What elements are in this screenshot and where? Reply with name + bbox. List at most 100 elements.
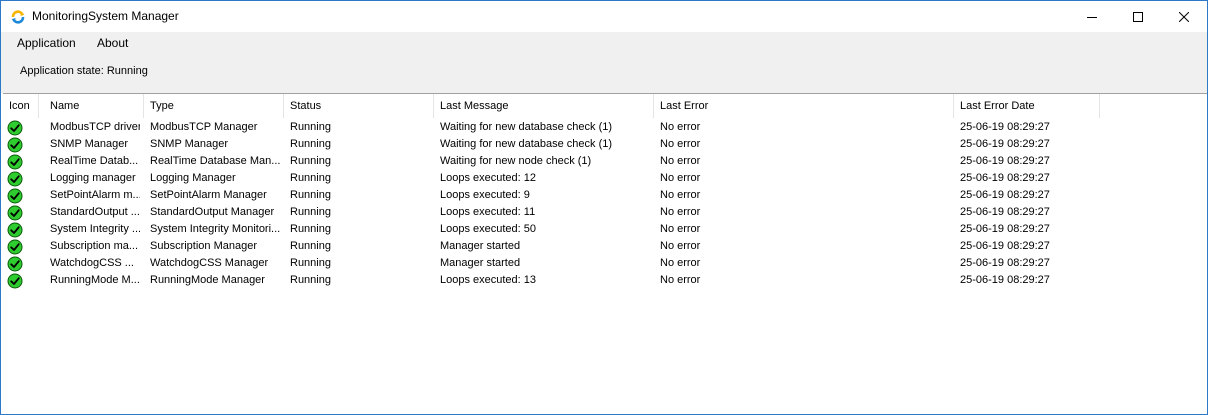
cell-last-error-date: 25-06-19 08:29:27 xyxy=(960,121,1050,133)
cell-last-error-date: 25-06-19 08:29:27 xyxy=(960,257,1050,269)
cell-status: Running xyxy=(290,257,331,269)
green-check-icon xyxy=(7,205,23,221)
cell-last-message: Loops executed: 12 xyxy=(440,172,537,184)
cell-last-error: No error xyxy=(660,155,701,167)
cell-name: RunningMode M... xyxy=(50,274,140,286)
cell-type: SNMP Manager xyxy=(150,138,229,150)
status-panel: Application state: Running xyxy=(1,55,1207,93)
cell-status: Running xyxy=(290,189,331,201)
cell-status: Running xyxy=(290,274,331,286)
cell-last-error: No error xyxy=(660,240,701,252)
column-header-last-error-date[interactable]: Last Error Date xyxy=(954,94,1100,118)
column-header-status[interactable]: Status xyxy=(284,94,434,118)
cell-status: Running xyxy=(290,206,331,218)
cell-last-error: No error xyxy=(660,206,701,218)
cell-type: RunningMode Manager xyxy=(150,274,265,286)
cell-name: System Integrity ... xyxy=(50,223,140,235)
cell-type: ModbusTCP Manager xyxy=(150,121,258,133)
application-state-label: Application state: Running xyxy=(20,65,148,77)
menu-about[interactable]: About xyxy=(95,36,130,50)
app-window: MonitoringSystem Manager Application Abo… xyxy=(0,0,1208,415)
cell-last-error: No error xyxy=(660,257,701,269)
cell-status: Running xyxy=(290,172,331,184)
green-check-icon xyxy=(7,188,23,204)
column-header-type[interactable]: Type xyxy=(144,94,284,118)
cell-last-message: Waiting for new database check (1) xyxy=(440,138,613,150)
cell-last-error: No error xyxy=(660,121,701,133)
cell-status: Running xyxy=(290,223,331,235)
cell-last-error: No error xyxy=(660,274,701,286)
managers-list[interactable]: Icon Name Type Status Last Message Last … xyxy=(3,93,1207,414)
column-header-icon[interactable]: Icon xyxy=(3,94,39,118)
green-check-icon xyxy=(7,120,23,136)
list-header: Icon Name Type Status Last Message Last … xyxy=(3,94,1103,120)
cell-last-message: Loops executed: 13 xyxy=(440,274,537,286)
table-row[interactable]: RunningMode M... RunningMode Manager Runni… xyxy=(3,273,1103,290)
cell-last-error-date: 25-06-19 08:29:27 xyxy=(960,223,1050,235)
cell-last-message: Loops executed: 11 xyxy=(440,206,536,218)
cell-last-error-date: 25-06-19 08:29:27 xyxy=(960,189,1050,201)
cell-status: Running xyxy=(290,121,331,133)
cell-name: StandardOutput ... xyxy=(50,206,140,218)
cell-last-error-date: 25-06-19 08:29:27 xyxy=(960,206,1050,218)
cell-last-message: Loops executed: 9 xyxy=(440,189,530,201)
close-icon xyxy=(1179,11,1189,22)
cell-type: System Integrity Monitori... xyxy=(150,223,280,235)
minimize-button[interactable] xyxy=(1069,1,1115,32)
green-check-icon xyxy=(7,256,23,272)
green-check-icon xyxy=(7,222,23,238)
menu-application[interactable]: Application xyxy=(15,36,78,50)
table-row[interactable]: Logging manager Logging Manager Running Loo… xyxy=(3,171,1103,188)
table-row[interactable]: Subscription ma... Subscription Manager Ru… xyxy=(3,239,1103,256)
cell-last-error: No error xyxy=(660,189,701,201)
cell-status: Running xyxy=(290,138,331,150)
cell-last-message: Loops executed: 50 xyxy=(440,223,537,235)
cell-last-error: No error xyxy=(660,138,701,150)
green-check-icon xyxy=(7,171,23,187)
menu-bar: Application About xyxy=(1,32,1207,55)
cell-name: SNMP Manager xyxy=(50,138,129,150)
table-row[interactable]: WatchdogCSS ... WatchdogCSS Manager Runnin… xyxy=(3,256,1103,273)
cell-name: WatchdogCSS ... xyxy=(50,257,134,269)
cell-last-error-date: 25-06-19 08:29:27 xyxy=(960,240,1050,252)
cell-type: Logging Manager xyxy=(150,172,236,184)
cell-type: Subscription Manager xyxy=(150,240,258,252)
table-row[interactable]: StandardOutput ... StandardOutput Manager… xyxy=(3,205,1103,222)
green-check-icon xyxy=(7,154,23,170)
green-check-icon xyxy=(7,137,23,153)
cell-last-error: No error xyxy=(660,172,701,184)
column-header-name[interactable]: Name xyxy=(44,94,144,118)
cell-last-message: Waiting for new database check (1) xyxy=(440,121,613,133)
cell-last-message: Manager started xyxy=(440,257,521,269)
close-button[interactable] xyxy=(1161,1,1207,32)
title-bar[interactable]: MonitoringSystem Manager xyxy=(1,1,1207,32)
table-row[interactable]: RealTime Datab... RealTime Database Man..… xyxy=(3,154,1103,171)
cell-type: SetPointAlarm Manager xyxy=(150,189,267,201)
cell-last-error-date: 25-06-19 08:29:27 xyxy=(960,138,1050,150)
cell-name: RealTime Datab... xyxy=(50,155,139,167)
cell-name: ModbusTCP driver xyxy=(50,121,140,133)
cell-last-error-date: 25-06-19 08:29:27 xyxy=(960,274,1050,286)
window-title: MonitoringSystem Manager xyxy=(32,9,179,23)
cell-type: WatchdogCSS Manager xyxy=(150,257,269,269)
cell-type: StandardOutput Manager xyxy=(150,206,275,218)
table-row[interactable]: ModbusTCP driver ModbusTCP Manager Running… xyxy=(3,120,1103,137)
cell-status: Running xyxy=(290,155,331,167)
column-header-last-error[interactable]: Last Error xyxy=(654,94,954,118)
cell-type: RealTime Database Man... xyxy=(150,155,280,167)
cell-last-error: No error xyxy=(660,223,701,235)
cell-last-error-date: 25-06-19 08:29:27 xyxy=(960,155,1050,167)
column-header-last-message[interactable]: Last Message xyxy=(434,94,654,118)
table-row[interactable]: SNMP Manager SNMP Manager Running Waiting f… xyxy=(3,137,1103,154)
cell-name: Subscription ma... xyxy=(50,240,139,252)
cell-name: SetPointAlarm m... xyxy=(50,189,140,201)
cell-name: Logging manager xyxy=(50,172,136,184)
minimize-icon xyxy=(1087,16,1097,18)
cell-last-message: Waiting for new node check (1) xyxy=(440,155,592,167)
maximize-button[interactable] xyxy=(1115,1,1161,32)
green-check-icon xyxy=(7,239,23,255)
cell-status: Running xyxy=(290,240,331,252)
table-row[interactable]: SetPointAlarm m... SetPointAlarm Manager R… xyxy=(3,188,1103,205)
table-row[interactable]: System Integrity ... System Integrity Mon… xyxy=(3,222,1103,239)
app-logo-icon xyxy=(10,9,26,25)
